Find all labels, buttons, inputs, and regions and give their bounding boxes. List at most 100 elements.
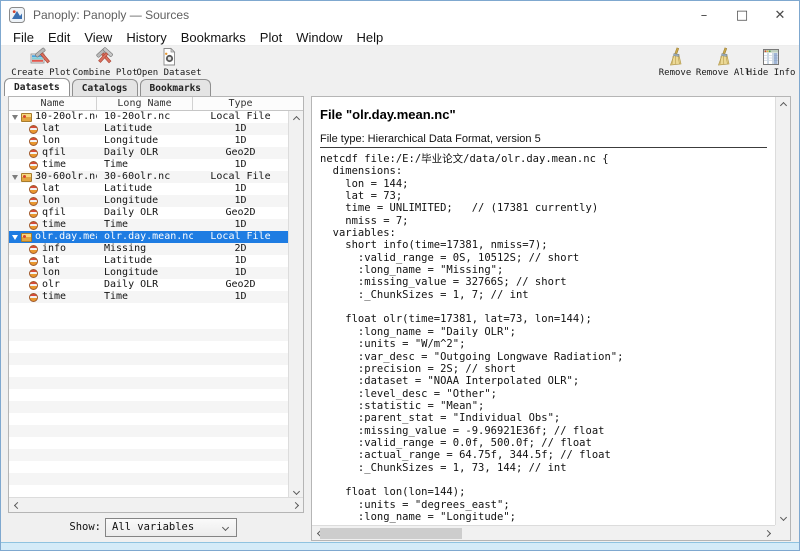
name-cell: 10-20olr.nc [9, 111, 97, 123]
table-row[interactable]: infoMissing2D [9, 243, 288, 255]
table-row[interactable]: timeTime1D [9, 219, 288, 231]
long-name-cell: Missing [97, 243, 193, 255]
hide-info-button[interactable]: Hide Info [747, 47, 795, 78]
name-cell: 30-60olr.nc [9, 171, 97, 183]
expander-triangle-icon[interactable] [12, 115, 18, 120]
name-text: lat [42, 183, 60, 195]
table-row[interactable]: olrDaily OLRGeo2D [9, 279, 288, 291]
menu-window[interactable]: Window [289, 30, 349, 45]
table-row[interactable]: olr.day.mea...olr.day.mean.ncLocal File [9, 231, 288, 243]
name-cell: lon [9, 267, 97, 279]
tree-horizontal-scrollbar[interactable] [9, 497, 303, 512]
long-name-cell: Daily OLR [97, 147, 193, 159]
variable-icon [29, 245, 38, 254]
remove-all-button[interactable]: Remove All [699, 47, 747, 78]
name-cell: lon [9, 195, 97, 207]
show-label: Show: [1, 521, 101, 533]
broom-icon [713, 47, 733, 67]
scroll-left-arrow[interactable] [9, 498, 23, 513]
open-dataset-button[interactable]: Open Dataset [137, 47, 201, 78]
scroll-right-arrow[interactable] [289, 498, 303, 513]
scroll-right-arrow[interactable] [761, 526, 775, 541]
dataset-folder-icon [21, 173, 32, 182]
maximize-button[interactable]: □ [723, 1, 761, 29]
open-dataset-icon [159, 47, 179, 67]
menubar: File Edit View History Bookmarks Plot Wi… [1, 29, 799, 46]
tab-catalogs[interactable]: Catalogs [72, 79, 138, 96]
file-info-panel: File "olr.day.mean.nc" File type: Hierar… [311, 96, 791, 541]
table-row[interactable]: latLatitude1D [9, 255, 288, 267]
type-cell: Geo2D [193, 279, 288, 291]
create-plot-button[interactable]: Create Plot [9, 47, 73, 78]
table-row[interactable]: latLatitude1D [9, 183, 288, 195]
type-cell: Geo2D [193, 147, 288, 159]
variable-icon [29, 125, 38, 134]
menu-edit[interactable]: Edit [41, 30, 77, 45]
tree-vertical-scrollbar[interactable] [288, 111, 303, 499]
show-variables-dropdown[interactable]: All variables [105, 518, 237, 537]
netcdf-header-dump[interactable]: netcdf file:/E:/毕业论文/data/olr.day.mean.n… [320, 153, 623, 523]
table-row[interactable]: lonLongitude1D [9, 267, 288, 279]
column-header-long-name[interactable]: Long Name [97, 97, 193, 110]
create-plot-icon [30, 47, 52, 67]
tree-header: Name Long Name Type [9, 97, 303, 111]
scroll-up-arrow[interactable] [289, 111, 304, 125]
type-cell: 1D [193, 255, 288, 267]
table-row[interactable]: qfilDaily OLRGeo2D [9, 207, 288, 219]
name-cell: olr.day.mea... [9, 231, 97, 243]
tab-bookmarks[interactable]: Bookmarks [140, 79, 211, 96]
long-name-cell: Daily OLR [97, 207, 193, 219]
scrollbar-thumb[interactable] [320, 528, 462, 539]
menu-help[interactable]: Help [349, 30, 390, 45]
table-row[interactable]: timeTime1D [9, 291, 288, 303]
menu-history[interactable]: History [119, 30, 173, 45]
expander-triangle-icon[interactable] [12, 175, 18, 180]
table-row[interactable]: timeTime1D [9, 159, 288, 171]
table-row[interactable]: latLatitude1D [9, 123, 288, 135]
remove-label: Remove [659, 68, 692, 78]
variable-icon [29, 293, 38, 302]
column-header-name[interactable]: Name [9, 97, 97, 110]
column-header-type[interactable]: Type [193, 97, 288, 110]
type-cell: 1D [193, 135, 288, 147]
variable-icon [29, 161, 38, 170]
info-horizontal-scrollbar[interactable] [312, 525, 775, 540]
name-cell: qfil [9, 147, 97, 159]
info-vertical-scrollbar[interactable] [775, 97, 790, 525]
scroll-down-arrow[interactable] [776, 511, 791, 525]
variable-icon [29, 149, 38, 158]
close-button[interactable]: ✕ [761, 1, 799, 29]
table-row[interactable]: 30-60olr.nc30-60olr.ncLocal File [9, 171, 288, 183]
type-cell: 1D [193, 195, 288, 207]
type-cell: 1D [193, 267, 288, 279]
long-name-cell: 10-20olr.nc [97, 111, 193, 123]
tab-datasets[interactable]: Datasets [4, 78, 70, 96]
table-row[interactable]: qfilDaily OLRGeo2D [9, 147, 288, 159]
broom-icon [665, 47, 685, 67]
menu-bookmarks[interactable]: Bookmarks [174, 30, 253, 45]
scroll-up-arrow[interactable] [776, 97, 791, 111]
menu-plot[interactable]: Plot [253, 30, 289, 45]
menu-file[interactable]: File [6, 30, 41, 45]
long-name-cell: Longitude [97, 195, 193, 207]
variable-icon [29, 197, 38, 206]
variable-icon [29, 185, 38, 194]
long-name-cell: 30-60olr.nc [97, 171, 193, 183]
file-info-title: File "olr.day.mean.nc" [320, 107, 456, 122]
scrollbar-corner [775, 525, 790, 540]
table-row[interactable]: lon Longitude1D [9, 195, 288, 207]
name-text: lon [42, 195, 60, 207]
bottom-accent-strip [1, 542, 799, 550]
name-text: lat [42, 255, 60, 267]
menu-view[interactable]: View [77, 30, 119, 45]
expander-triangle-icon[interactable] [12, 235, 18, 240]
table-row[interactable]: 10-20olr.nc10-20olr.ncLocal File [9, 111, 288, 123]
minimize-button[interactable]: – [685, 1, 723, 29]
long-name-cell: olr.day.mean.nc [97, 231, 193, 243]
remove-button[interactable]: Remove [651, 47, 699, 78]
toolbar-right-group: Remove Remove All [651, 47, 795, 78]
table-row[interactable]: lonLongitude1D [9, 135, 288, 147]
dataset-tree-panel: Name Long Name Type 10-20olr.nc10-20olr.… [8, 96, 304, 513]
window-controls: – □ ✕ [685, 1, 799, 29]
combine-plot-button[interactable]: Combine Plot [73, 47, 137, 78]
